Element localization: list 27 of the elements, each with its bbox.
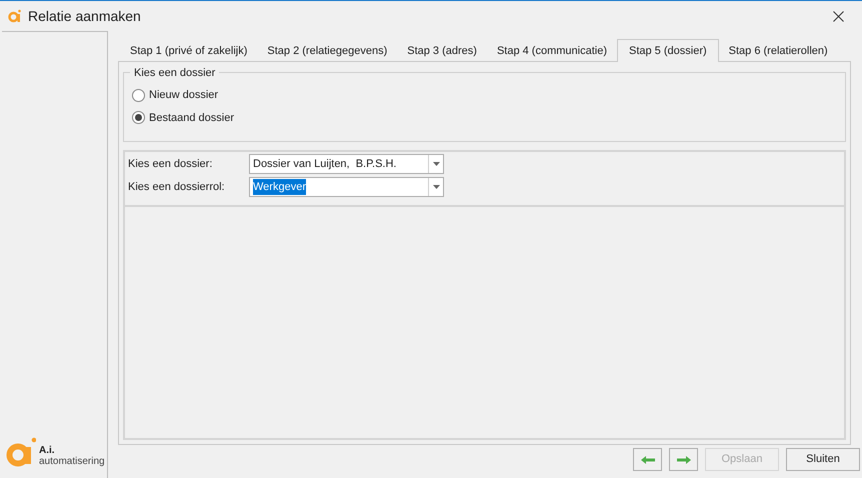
dropdown-arrow-icon[interactable] — [432, 162, 440, 166]
window-title: Relatie aanmaken — [28, 6, 141, 26]
left-arrow-icon — [640, 456, 654, 464]
brand-name: A.i. — [39, 445, 56, 456]
app-logo-icon — [8, 9, 22, 23]
tab[interactable]: Stap 3 (adres) — [397, 41, 487, 61]
tab[interactable]: Stap 6 (relatierollen) — [718, 41, 838, 61]
radio-button[interactable] — [132, 88, 145, 102]
radio-label: Nieuw dossier — [149, 88, 218, 103]
field-value: Werkgever — [253, 178, 306, 196]
tab[interactable]: Stap 4 (communicatie) — [486, 41, 617, 61]
dropdown-arrow-icon[interactable] — [432, 185, 440, 189]
brand-logo-icon — [6, 436, 36, 468]
dropdown-field[interactable]: Dossier van Luijten, B.P.S.H. — [249, 154, 444, 174]
field-label: Kies een dossierrol: — [128, 180, 226, 195]
tab[interactable]: Stap 5 (dossier) — [617, 39, 719, 62]
brand-subtitle: automatisering — [39, 456, 105, 467]
radio-label: Bestaand dossier — [149, 110, 234, 126]
field-label: Kies een dossier: — [128, 156, 214, 172]
close-icon[interactable] — [833, 10, 844, 22]
tab[interactable]: Stap 1 (privé of zakelijk) — [120, 41, 258, 61]
tab[interactable]: Stap 2 (relatiegegevens) — [257, 41, 398, 61]
dropdown-field[interactable]: Werkgever — [249, 177, 444, 197]
action-button[interactable]: Sluiten — [786, 448, 860, 471]
field-value: Dossier van Luijten, B.P.S.H. — [253, 156, 396, 172]
right-arrow-icon — [676, 456, 690, 464]
radio-button[interactable] — [132, 111, 145, 124]
